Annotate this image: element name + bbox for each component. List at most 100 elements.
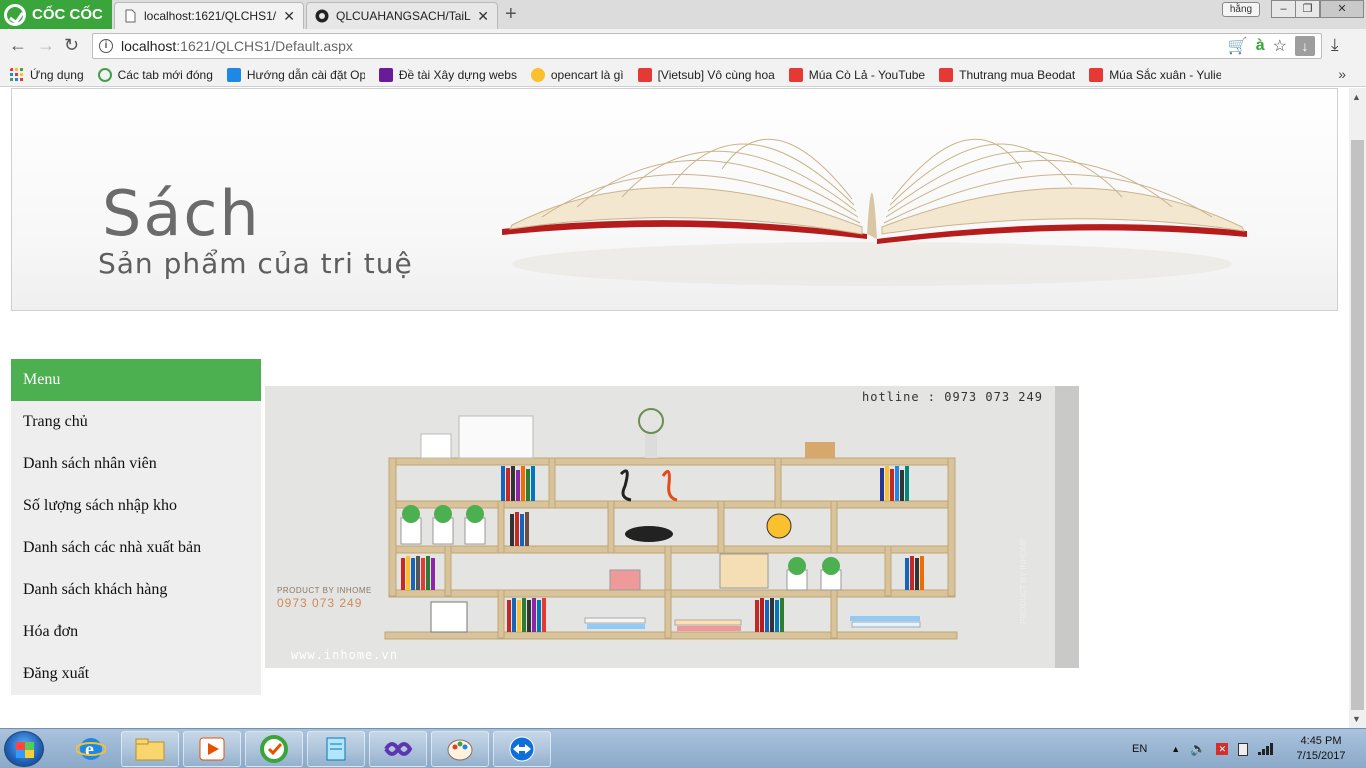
- tab-title: QLCUAHANGSACH/TaiLie: [336, 9, 472, 23]
- site-info-icon[interactable]: i: [99, 39, 113, 53]
- youtube-icon: [1089, 67, 1104, 82]
- banner-subtitle: Sản phẩm của tri tuệ: [98, 247, 413, 280]
- youtube-icon: [788, 67, 803, 82]
- taskbar-paint[interactable]: [431, 731, 489, 767]
- folder-icon: [135, 738, 165, 761]
- media-player-icon: [199, 737, 225, 761]
- phone-text: 0973 073 249: [277, 596, 363, 610]
- typing-mode-indicator[interactable]: à: [1256, 37, 1265, 55]
- scroll-up-icon[interactable]: ▲: [1352, 92, 1361, 102]
- menu-item-home[interactable]: Trang chủ: [11, 401, 261, 443]
- visual-studio-icon: [384, 742, 413, 756]
- close-tab-icon[interactable]: ✕: [283, 8, 295, 25]
- forward-icon[interactable]: →: [37, 35, 55, 56]
- site-favicon-icon: [530, 67, 545, 82]
- side-menu: Menu Trang chủ Danh sách nhân viên Số lư…: [11, 359, 261, 695]
- minimize-button[interactable]: –: [1271, 0, 1296, 18]
- taskbar-file-explorer[interactable]: [121, 731, 179, 767]
- taskbar-coccoc-browser[interactable]: [245, 731, 303, 767]
- menu-item-customers[interactable]: Danh sách khách hàng: [11, 569, 261, 611]
- bookmark-install-guide[interactable]: Hướng dẫn cài đặt Op: [226, 67, 365, 82]
- network-warning-icon[interactable]: ✕: [1216, 743, 1229, 755]
- menu-header: Menu: [11, 359, 261, 401]
- bookmark-recent-tabs[interactable]: Các tab mới đóng: [97, 67, 213, 82]
- bookmark-mua-co-la[interactable]: Múa Cò Lả - YouTube: [788, 67, 925, 82]
- volume-icon[interactable]: 🔈: [1190, 741, 1206, 757]
- bookshelf-image: hotline : 0973 073 249 PRODUCT BY INHOME…: [265, 386, 1079, 668]
- menu-item-invoices[interactable]: Hóa đơn: [11, 611, 261, 653]
- site-favicon-icon: [226, 67, 241, 82]
- youtube-icon: [637, 67, 652, 82]
- bookmark-mua-sac-xuan[interactable]: Múa Sắc xuân - Yulie: [1089, 67, 1222, 82]
- shopping-cart-icon[interactable]: 🛒: [1228, 36, 1248, 56]
- product-by-text: PRODUCT BY INHOME: [277, 586, 372, 595]
- scrollbar-thumb[interactable]: [1351, 140, 1364, 710]
- coccoc-menu-button[interactable]: CỐC CỐC: [0, 0, 112, 29]
- star-icon[interactable]: ☆: [1273, 36, 1287, 56]
- show-hidden-icons-icon[interactable]: ▲: [1171, 744, 1180, 754]
- banner-title: Sách: [102, 177, 261, 250]
- menu-item-logout[interactable]: Đăng xuất: [11, 653, 261, 695]
- url-host: localhost: [121, 38, 177, 54]
- system-tray: EN ▲ 🔈 ✕: [1132, 729, 1274, 768]
- system-clock[interactable]: 4:45 PM 7/15/2017: [1286, 734, 1356, 764]
- battery-icon[interactable]: [1238, 742, 1249, 756]
- side-watermark-text: PRODUCT BY INHOME: [1019, 537, 1028, 624]
- vertical-scrollbar[interactable]: ▲ ▼: [1349, 88, 1366, 728]
- clock-date: 7/15/2017: [1296, 750, 1346, 762]
- back-icon[interactable]: ←: [9, 35, 27, 56]
- close-tab-icon[interactable]: ✕: [477, 8, 489, 25]
- bookmark-label: Các tab mới đóng: [117, 67, 213, 82]
- bookmark-label: Hướng dẫn cài đặt Op: [246, 67, 365, 82]
- bookmark-thutrang[interactable]: Thutrang mua Beodat: [939, 67, 1076, 82]
- taskbar-teamviewer[interactable]: [493, 731, 551, 767]
- github-icon: [315, 9, 329, 23]
- taskbar-internet-explorer[interactable]: e: [62, 731, 120, 767]
- taskbar-media-player[interactable]: [183, 731, 241, 767]
- paint-icon: [447, 739, 473, 761]
- bookmark-apps[interactable]: Ứng dụng: [10, 67, 84, 82]
- start-button[interactable]: [4, 731, 44, 767]
- menu-item-employees[interactable]: Danh sách nhân viên: [11, 443, 261, 485]
- tab-title: localhost:1621/QLCHS1/D: [144, 9, 278, 23]
- profile-button[interactable]: hằng: [1222, 2, 1260, 17]
- restore-button[interactable]: ❐: [1295, 0, 1320, 18]
- windows-logo-icon: [16, 742, 34, 758]
- reload-icon[interactable]: ↻: [64, 35, 79, 56]
- tab-github[interactable]: QLCUAHANGSACH/TaiLie ✕: [306, 2, 498, 29]
- address-bar[interactable]: i localhost:1621/QLCHS1/Default.aspx 🛒 à…: [92, 33, 1322, 59]
- language-indicator[interactable]: EN: [1132, 743, 1147, 755]
- taskbar-visual-studio[interactable]: [369, 731, 427, 767]
- bookmark-label: Thutrang mua Beodat: [959, 67, 1076, 82]
- close-window-button[interactable]: ✕: [1320, 0, 1364, 18]
- notepad-icon: [326, 737, 346, 761]
- bookmark-vietsub[interactable]: [Vietsub] Vô cùng hoa: [637, 67, 775, 82]
- menu-item-publishers[interactable]: Danh sách các nhà xuất bản: [11, 527, 261, 569]
- bookmark-label: Đề tài Xây dựng webs: [398, 67, 517, 82]
- bookmark-thesis-topic[interactable]: Đề tài Xây dựng webs: [378, 67, 517, 82]
- taskbar-notepad[interactable]: [307, 731, 365, 767]
- signal-bars-icon[interactable]: [1258, 743, 1274, 755]
- clock-time: 4:45 PM: [1300, 735, 1342, 747]
- menu-item-stock-quantity[interactable]: Số lượng sách nhập kho: [11, 485, 261, 527]
- teamviewer-icon: [509, 736, 535, 762]
- bookmark-label: Múa Sắc xuân - Yulie: [1109, 67, 1222, 82]
- hotline-text: hotline : 0973 073 249: [862, 390, 1043, 404]
- tab-localhost[interactable]: localhost:1621/QLCHS1/D ✕: [114, 2, 304, 29]
- more-bookmarks-icon[interactable]: »: [1338, 66, 1346, 82]
- bookmark-opencart[interactable]: opencart là gì: [530, 67, 624, 82]
- youtube-icon: [939, 67, 954, 82]
- brand-label: CỐC CỐC: [32, 6, 103, 23]
- history-icon: [97, 67, 112, 82]
- download-video-icon[interactable]: ↓: [1295, 36, 1315, 56]
- page-viewport: Sách Sản phẩm của tri tuệ Menu Trang chủ…: [0, 88, 1349, 728]
- bookshelf-illustration: [265, 386, 1079, 668]
- scroll-down-icon[interactable]: ▼: [1352, 714, 1361, 724]
- downloads-icon[interactable]: ⤓: [1331, 35, 1339, 55]
- coccoc-logo-icon: [4, 3, 26, 26]
- url-path: :1621/QLCHS1/Default.aspx: [176, 38, 353, 54]
- windows-taskbar: e EN ▲ 🔈 ✕ 4:45 PM 7/15/2017: [0, 728, 1366, 768]
- internet-explorer-icon: e: [76, 738, 106, 761]
- new-tab-button[interactable]: +: [505, 3, 517, 26]
- coccoc-icon: [260, 735, 288, 763]
